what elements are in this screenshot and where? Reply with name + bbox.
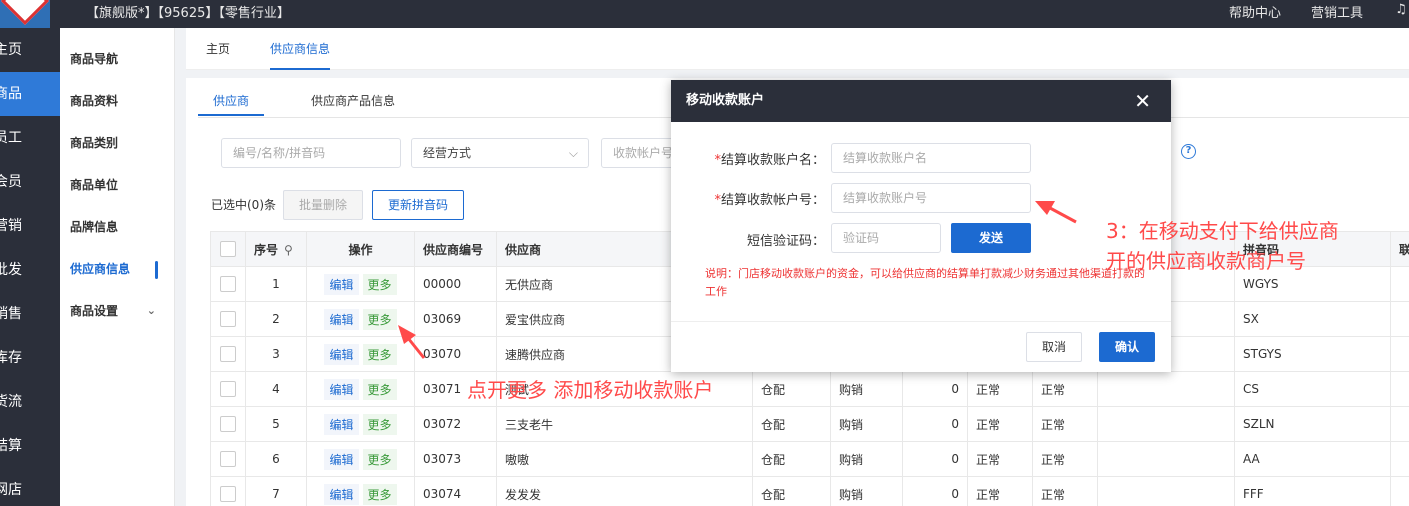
arrow-to-account-no — [1035, 201, 1077, 224]
annotation-step3-line2: 开的供应商收款商户号 — [1106, 249, 1306, 273]
annotation-click-more: 点开更多 添加移动收款账户 — [467, 378, 714, 402]
arrow-to-more — [398, 325, 426, 359]
annotation-step3-line1: 3：在移动支付下给供应商 — [1106, 219, 1339, 243]
